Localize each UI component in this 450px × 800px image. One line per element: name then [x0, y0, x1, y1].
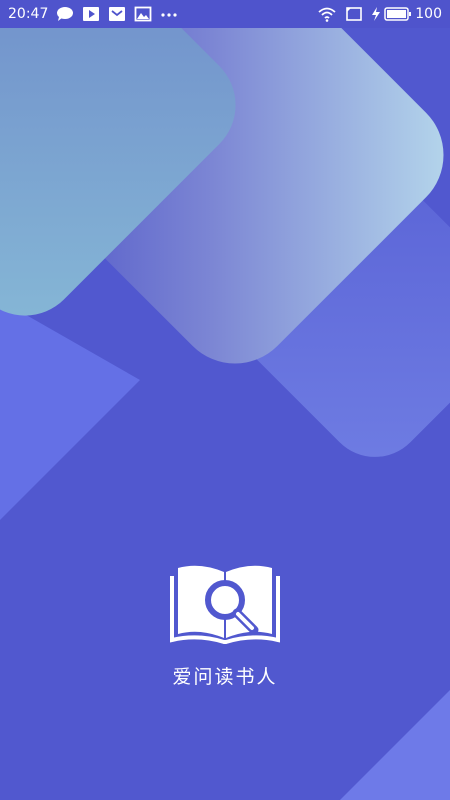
status-bar: 20:47 100 — [0, 0, 450, 28]
status-time: 20:47 — [8, 6, 49, 22]
wifi-icon — [317, 6, 337, 22]
screen-rotate-icon — [345, 6, 363, 22]
play-icon — [82, 6, 100, 22]
battery-icon — [384, 6, 412, 22]
battery-percent: 100 — [415, 6, 442, 22]
charging-bolt-icon — [371, 6, 381, 22]
status-bar-left: 20:47 — [8, 0, 186, 28]
book-search-icon — [170, 565, 280, 648]
status-bar-right: 100 — [317, 0, 442, 28]
splash-screen: 20:47 100 爱问读书人 — [0, 0, 450, 800]
splash-branding: 爱问读书人 — [0, 560, 450, 689]
app-name: 爱问读书人 — [172, 666, 278, 688]
chat-bubble-icon — [56, 6, 74, 22]
more-dots-icon — [160, 6, 178, 22]
mail-icon — [108, 6, 126, 22]
image-icon — [134, 6, 152, 22]
